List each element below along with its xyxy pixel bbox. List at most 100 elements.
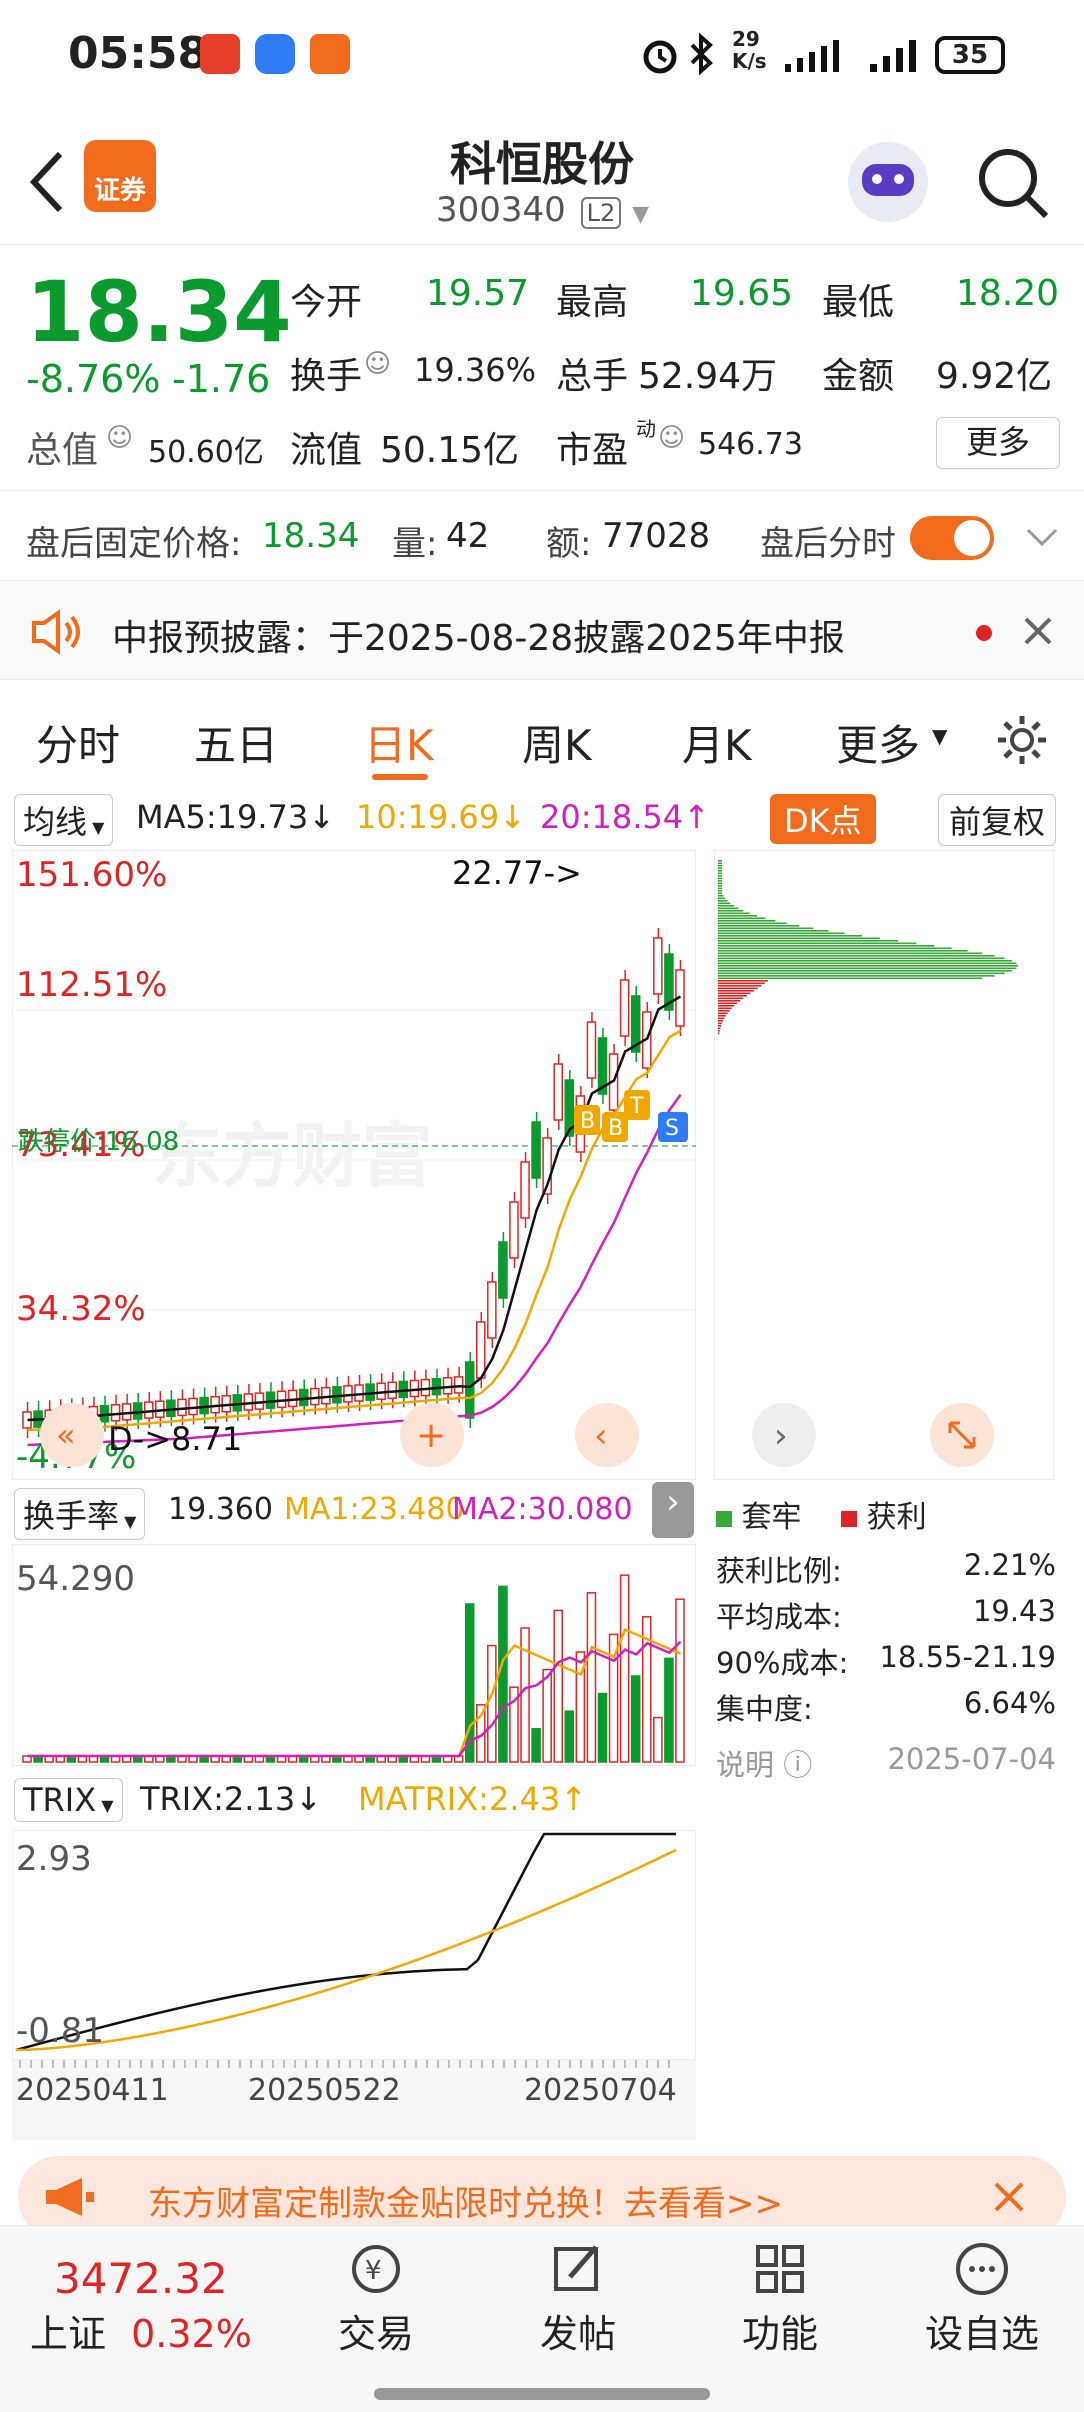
chip-distribution-chart[interactable]: ›: [714, 850, 1054, 1480]
close-icon[interactable]: [1022, 615, 1054, 647]
chip-bar: [718, 920, 776, 922]
tab-timeshare[interactable]: 分时: [36, 712, 120, 773]
pct-label-3: 34.32%: [16, 1289, 146, 1329]
info-icon[interactable]: ⓘ: [774, 1748, 812, 1782]
candle: [531, 1121, 541, 1179]
chevron-right-icon[interactable]: ›: [752, 1403, 816, 1467]
after-hours-vol: 42: [446, 516, 490, 556]
zoom-in-icon[interactable]: +: [400, 1403, 464, 1467]
nav-functions[interactable]: 功能: [710, 2241, 850, 2358]
turnover-chart[interactable]: 54.290: [12, 1544, 696, 1766]
net-speed: 29 K/s: [732, 27, 767, 73]
dk-button[interactable]: DK点: [770, 794, 876, 844]
nav-trade[interactable]: ¥ 交易: [306, 2241, 446, 2358]
info-icon[interactable]: ☺: [364, 349, 391, 379]
chip-bar: [718, 977, 983, 980]
pe-sup: 动: [636, 417, 656, 441]
turnover-bar: [597, 1692, 608, 1763]
amount-label: 金额: [822, 356, 895, 397]
chip-bar: [718, 1002, 738, 1005]
trix-selector[interactable]: TRIX ▼: [14, 1778, 123, 1822]
candlestick-chart[interactable]: 东方财富 151.60% 112.51% 73.41% 跌停价:16.08 34…: [12, 850, 696, 1480]
tab-five-day[interactable]: 五日: [194, 712, 278, 773]
candle: [520, 1161, 530, 1219]
stock-code-row[interactable]: 300340 L2 ▼: [436, 190, 649, 230]
chip-bar: [718, 957, 1005, 960]
tab-day-k[interactable]: 日K: [364, 712, 434, 773]
notice-bar[interactable]: 中报预披露：于2025-08-28披露2025年中报: [0, 580, 1084, 680]
fast-back-icon[interactable]: «: [40, 1403, 104, 1467]
timeshare-toggle[interactable]: [910, 516, 994, 560]
notice-text: 中报预披露：于2025-08-28披露2025年中报: [112, 618, 845, 659]
adjust-button[interactable]: 前复权: [938, 794, 1057, 846]
nav-add-watchlist-label: 设自选: [924, 2312, 1039, 2356]
low-value: 18.20: [956, 273, 1060, 314]
chip-bar: [718, 1025, 722, 1027]
chip-stats: 获利比例: 2.21% 平均成本: 19.43 90%成本: 18.55-21.19 …: [716, 1548, 1056, 1792]
trix-selector-label: TRIX: [23, 1781, 97, 1819]
period-tabs: 分时 五日 日K 周K 月K 更多 ▼: [0, 690, 1084, 790]
chip-bar: [718, 915, 757, 917]
chip-bar: [718, 897, 726, 900]
svg-text:«: «: [56, 1416, 76, 1454]
nav-add-watchlist[interactable]: 设自选: [912, 2241, 1052, 2358]
turnover-bar: [498, 1585, 508, 1763]
trix-chart[interactable]: 2.93 -0.81 20250411 20250522 20250704: [12, 1830, 696, 2140]
ma5-value: MA5:19.73: [136, 798, 309, 836]
nav-functions-label: 功能: [741, 2312, 818, 2356]
turnover-value: 19.36%: [414, 351, 537, 389]
tab-month-k[interactable]: 月K: [682, 712, 752, 773]
chip-note-label[interactable]: 说明: [716, 1748, 774, 1782]
svg-text:B: B: [580, 1109, 595, 1134]
turnover-bar: [487, 1644, 497, 1763]
info-icon[interactable]: ☺: [658, 423, 685, 453]
gear-icon[interactable]: [994, 712, 1050, 768]
grid-icon: [756, 2245, 804, 2293]
chip-bar: [718, 972, 1005, 975]
robot-avatar[interactable]: [848, 142, 928, 222]
tab-week-k[interactable]: 周K: [522, 712, 592, 773]
chip-bar: [718, 970, 1012, 972]
legend-trapped: 套牢: [741, 1500, 802, 1535]
chip-bar: [718, 1017, 725, 1020]
megaphone-icon: [46, 2178, 94, 2216]
status-bar: 05:58 29 K/s 35: [0, 0, 1084, 110]
scroll-left-icon[interactable]: ‹: [575, 1403, 639, 1467]
chevron-down-icon: ▼: [632, 202, 649, 227]
chip-bar: [718, 895, 724, 897]
after-hours-fixed-price: 18.34: [262, 516, 360, 556]
expand-icon[interactable]: [930, 1403, 994, 1467]
trix-min-label: -0.81: [16, 2011, 104, 2051]
more-button[interactable]: 更多: [936, 417, 1060, 469]
chip-bar: [718, 880, 722, 882]
high-marker: 22.77->: [452, 854, 582, 892]
chevron-right-icon[interactable]: ›: [652, 1482, 694, 1538]
nav-post[interactable]: 发帖: [508, 2241, 648, 2358]
tab-more[interactable]: 更多: [836, 712, 920, 773]
divider: [0, 490, 1084, 491]
stock-header: 证券 科恒股份 300340 L2 ▼: [0, 110, 1084, 245]
mcap-label: 总值: [26, 430, 99, 471]
search-icon[interactable]: [976, 146, 1052, 222]
volume-value: 52.94万: [638, 356, 778, 397]
home-indicator: [374, 2388, 710, 2400]
open-value: 19.57: [426, 273, 530, 314]
chip-bar: [718, 1010, 730, 1012]
chip-bar: [718, 952, 983, 955]
float-label: 流值: [290, 430, 363, 471]
chip-bar: [718, 870, 722, 872]
ma-selector[interactable]: 均线 ▼: [14, 794, 114, 846]
close-icon[interactable]: [992, 2180, 1026, 2214]
candle: [653, 937, 663, 995]
chip-bar: [718, 910, 744, 912]
turnover-selector[interactable]: 换手率 ▼: [14, 1488, 146, 1540]
turnover-bar: [542, 1668, 552, 1763]
caret-down-icon: ▼: [96, 1796, 114, 1815]
index-widget[interactable]: 3472.32 上证 0.32%: [30, 2254, 290, 2358]
caret-down-icon: ▼: [932, 724, 948, 748]
chevron-down-icon[interactable]: [1022, 522, 1062, 552]
ma5-readout: MA5:19.73↓: [136, 798, 335, 836]
info-icon[interactable]: ☺: [106, 423, 133, 453]
trix-label: TRIX:2.13: [140, 1780, 296, 1818]
chip-bar: [718, 900, 728, 902]
